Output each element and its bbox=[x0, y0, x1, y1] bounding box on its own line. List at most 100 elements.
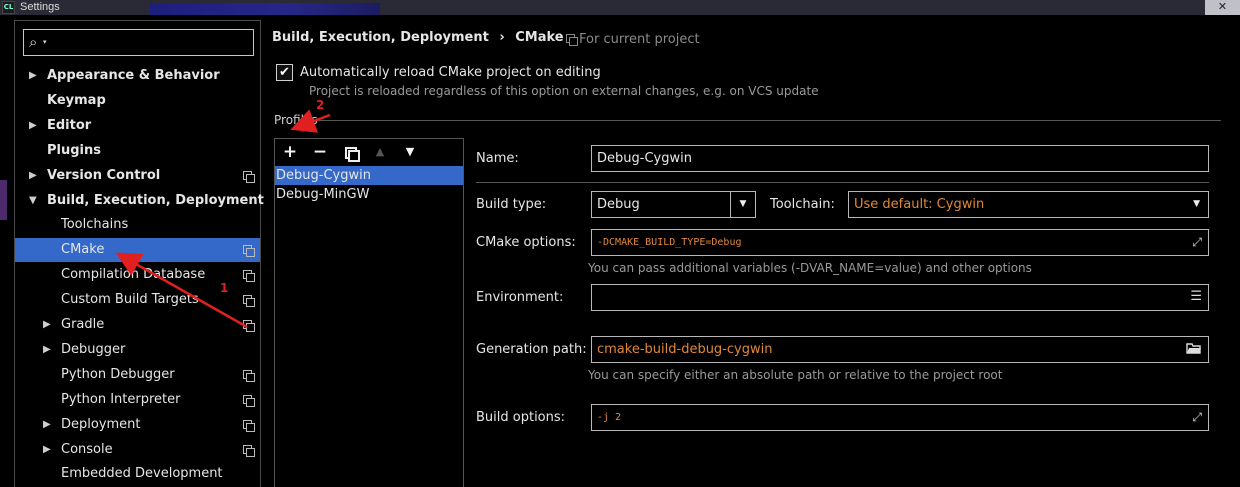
sidebar-item-label: Keymap bbox=[47, 92, 106, 108]
annotation-marker-1: 1 bbox=[220, 281, 229, 295]
build-type-label: Build type: bbox=[476, 197, 547, 212]
project-scope-label: For current project bbox=[579, 32, 700, 47]
expanded-arrow-icon[interactable]: ▼ bbox=[29, 189, 37, 213]
sidebar-item-label: Python Debugger bbox=[61, 366, 175, 382]
sidebar-item-version-control[interactable]: ▶ Version Control bbox=[15, 164, 260, 188]
build-options-field[interactable]: -j 2 ⤢ bbox=[591, 404, 1209, 431]
sidebar-item-editor[interactable]: ▶ Editor bbox=[15, 114, 260, 138]
sidebar-item-keymap[interactable]: Keymap bbox=[15, 89, 260, 113]
generation-path-field[interactable]: cmake-build-debug-cygwin bbox=[591, 336, 1209, 363]
build-type-value: Debug bbox=[597, 197, 640, 212]
collapsed-arrow-icon[interactable]: ▶ bbox=[29, 114, 37, 138]
auto-reload-hint: Project is reloaded regardless of this o… bbox=[309, 84, 819, 98]
collapsed-arrow-icon[interactable]: ▶ bbox=[29, 164, 37, 188]
cmake-options-field[interactable]: -DCMAKE_BUILD_TYPE=Debug ⤢ bbox=[591, 229, 1209, 256]
toolchain-dropdown[interactable]: Use default: Cygwin ▼ bbox=[848, 191, 1209, 218]
cmake-options-hint: You can pass additional variables (-DVAR… bbox=[588, 261, 1032, 275]
auto-reload-checkbox[interactable]: ✔ bbox=[276, 64, 293, 81]
sidebar-item-label: Debugger bbox=[61, 341, 126, 357]
project-scope-note: For current project bbox=[566, 32, 700, 47]
folder-icon[interactable] bbox=[1186, 341, 1202, 360]
project-scope-icon bbox=[243, 369, 255, 382]
search-input[interactable] bbox=[54, 33, 249, 52]
project-scope-icon bbox=[243, 444, 255, 457]
sidebar-item-toolchains[interactable]: Toolchains bbox=[15, 213, 260, 237]
annotation-marker-2: 2 bbox=[316, 98, 325, 112]
sidebar-item-plugins[interactable]: Plugins bbox=[15, 139, 260, 163]
chevron-down-icon[interactable]: ▼ bbox=[730, 192, 755, 217]
sidebar-item-label: CMake bbox=[61, 242, 105, 258]
search-options-caret-icon[interactable]: ▾ bbox=[43, 38, 47, 46]
name-label: Name: bbox=[476, 151, 519, 166]
sidebar-item-gradle[interactable]: ▶ Gradle bbox=[15, 313, 260, 337]
profiles-section-label: Profiles bbox=[274, 113, 318, 127]
breadcrumb-separator: › bbox=[499, 30, 505, 45]
sidebar-item-cmake[interactable]: CMake bbox=[15, 238, 260, 263]
cmake-options-label: CMake options: bbox=[476, 235, 576, 250]
project-scope-icon bbox=[243, 320, 255, 332]
sidebar-item-label: Toolchains bbox=[61, 217, 129, 233]
folder-glyph bbox=[1186, 343, 1201, 354]
project-scope-icon bbox=[243, 245, 255, 258]
collapsed-arrow-icon[interactable]: ▶ bbox=[43, 413, 51, 437]
sidebar-item-label: Version Control bbox=[47, 167, 161, 183]
sidebar-item-python-interpreter[interactable]: Python Interpreter bbox=[15, 388, 260, 412]
breadcrumb-current: CMake bbox=[515, 30, 564, 45]
chevron-down-icon: ▼ bbox=[1193, 199, 1200, 209]
move-down-button[interactable]: ▼ bbox=[398, 141, 422, 163]
copy-profile-button[interactable] bbox=[338, 141, 362, 163]
move-up-button[interactable]: ▲ bbox=[368, 141, 392, 163]
close-window-button[interactable]: ✕ bbox=[1205, 0, 1240, 15]
sidebar-item-embedded-development[interactable]: Embedded Development bbox=[15, 462, 260, 486]
environment-field[interactable]: ☰ bbox=[591, 284, 1209, 311]
title-bar: CL Settings ✕ bbox=[0, 0, 1240, 15]
sidebar-item-deployment[interactable]: ▶ Deployment bbox=[15, 413, 260, 437]
generation-path-value: cmake-build-debug-cygwin bbox=[597, 342, 773, 357]
build-type-combobox[interactable]: Debug ▼ bbox=[591, 191, 756, 218]
list-icon[interactable]: ☰ bbox=[1190, 289, 1202, 305]
profile-list-item[interactable]: Debug-MinGW bbox=[275, 185, 463, 204]
breadcrumb: Build, Execution, Deployment › CMake bbox=[272, 30, 570, 45]
cmake-options-value: -DCMAKE_BUILD_TYPE=Debug bbox=[597, 237, 742, 248]
form-separator bbox=[476, 182, 1209, 183]
sidebar-item-label: Build, Execution, Deployment bbox=[47, 192, 264, 208]
build-options-label: Build options: bbox=[476, 410, 566, 425]
collapsed-arrow-icon[interactable]: ▶ bbox=[43, 338, 51, 362]
collapsed-arrow-icon[interactable]: ▶ bbox=[43, 313, 51, 337]
search-icon: ⌕ bbox=[29, 33, 38, 51]
settings-sidebar: ⌕ ▾ ▶ Appearance & Behavior Keymap ▶ Editor P… bbox=[14, 20, 264, 487]
profile-list-item[interactable]: Debug-Cygwin bbox=[275, 166, 463, 185]
sidebar-item-label: Python Interpreter bbox=[61, 391, 181, 407]
profile-name-field[interactable]: Debug-Cygwin bbox=[591, 145, 1209, 172]
expand-icon[interactable]: ⤢ bbox=[1192, 409, 1202, 425]
sidebar-item-label: Console bbox=[61, 441, 113, 457]
sidebar-item-label: Editor bbox=[47, 117, 92, 133]
sidebar-item-build-execution-deployment[interactable]: ▼ Build, Execution, Deployment bbox=[15, 189, 264, 213]
sidebar-item-label: Embedded Development bbox=[61, 466, 223, 482]
collapsed-arrow-icon[interactable]: ▶ bbox=[29, 64, 37, 88]
sidebar-item-label: Appearance & Behavior bbox=[47, 68, 220, 83]
sidebar-item-label: Compilation Database bbox=[61, 267, 206, 283]
profiles-toolbar: + − ▲ ▼ bbox=[275, 139, 463, 165]
project-scope-icon bbox=[566, 34, 578, 46]
sidebar-item-label: Gradle bbox=[61, 317, 105, 332]
expand-icon[interactable]: ⤢ bbox=[1192, 234, 1202, 250]
settings-search-box[interactable]: ⌕ ▾ bbox=[23, 29, 254, 56]
sidebar-item-label: Custom Build Targets bbox=[61, 292, 199, 308]
add-profile-button[interactable]: + bbox=[278, 141, 302, 163]
sidebar-item-appearance-behavior[interactable]: ▶ Appearance & Behavior bbox=[15, 64, 260, 88]
sidebar-item-python-debugger[interactable]: Python Debugger bbox=[15, 363, 260, 387]
toolchain-value: Use default: Cygwin bbox=[854, 197, 985, 212]
build-options-value: -j 2 bbox=[597, 412, 622, 423]
breadcrumb-parent[interactable]: Build, Execution, Deployment bbox=[272, 30, 489, 45]
sidebar-item-console[interactable]: ▶ Console bbox=[15, 438, 260, 462]
remove-profile-button[interactable]: − bbox=[308, 141, 332, 163]
auto-reload-label[interactable]: Automatically reload CMake project on ed… bbox=[300, 64, 601, 81]
generation-path-label: Generation path: bbox=[476, 342, 587, 357]
project-scope-icon bbox=[243, 295, 255, 308]
toolchain-label: Toolchain: bbox=[770, 197, 835, 212]
profiles-panel: + − ▲ ▼ Debug-Cygwin Debug-MinGW bbox=[274, 138, 464, 487]
sidebar-item-debugger[interactable]: ▶ Debugger bbox=[15, 338, 260, 362]
profiles-separator bbox=[318, 120, 1221, 121]
collapsed-arrow-icon[interactable]: ▶ bbox=[43, 438, 51, 462]
